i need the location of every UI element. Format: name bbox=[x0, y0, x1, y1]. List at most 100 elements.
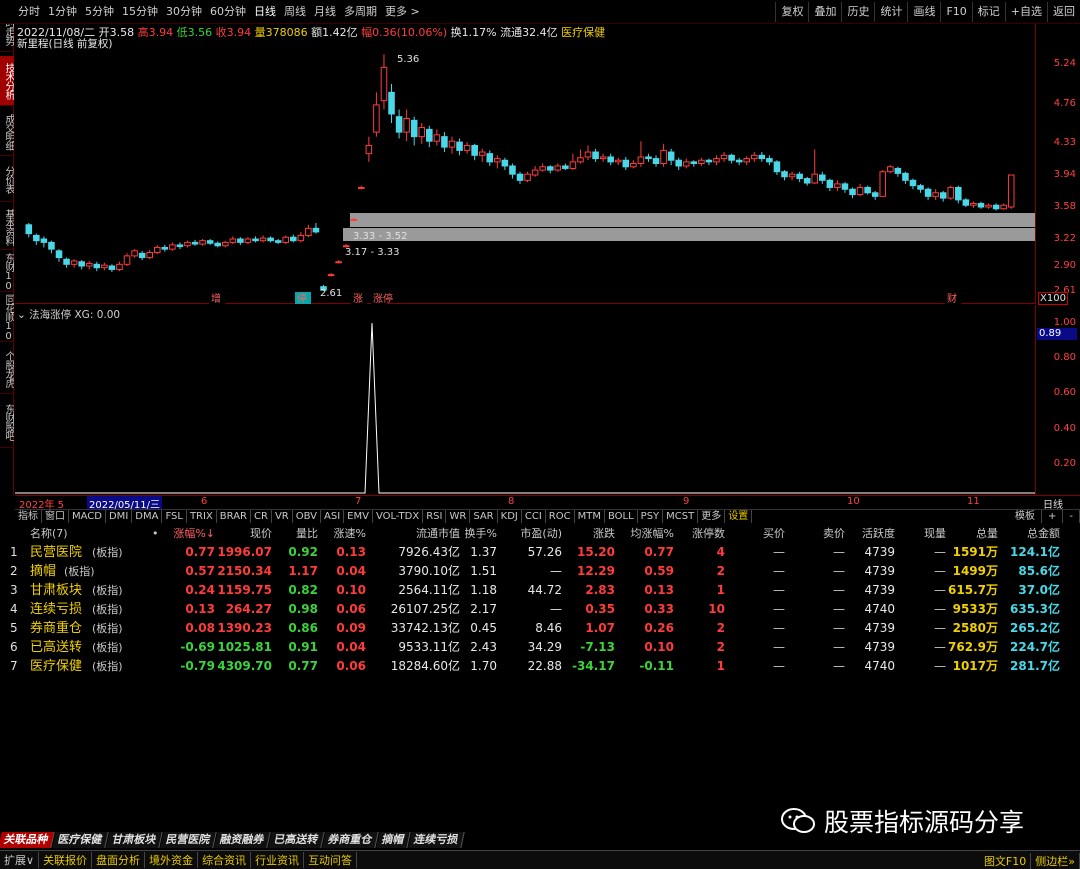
indicator-tool-0[interactable]: 模板 bbox=[1009, 510, 1042, 523]
toolbar-button-0[interactable]: 复权 bbox=[775, 2, 808, 22]
indicator-tab-22[interactable]: PSY bbox=[638, 510, 664, 523]
indicator-tab-7[interactable]: BRAR bbox=[217, 510, 251, 523]
status-tab-5[interactable]: 行业资讯 bbox=[251, 852, 305, 868]
toolbar-button-1[interactable]: 叠加 bbox=[808, 2, 841, 22]
period-tab-6[interactable]: 日线 bbox=[250, 1, 280, 23]
indicator-tab-17[interactable]: KDJ bbox=[498, 510, 522, 523]
indicator-tab-3[interactable]: DMI bbox=[106, 510, 133, 523]
column-header-14[interactable]: 活跃度 bbox=[862, 524, 895, 543]
status-tab-1[interactable]: 关联报价 bbox=[39, 852, 93, 868]
toolbar-button-8[interactable]: 返回 bbox=[1047, 2, 1080, 22]
left-tab-4[interactable]: 基本资料 bbox=[0, 204, 14, 250]
indicator-tab-21[interactable]: BOLL bbox=[605, 510, 638, 523]
sector-tab-1[interactable]: 医疗保健 bbox=[52, 832, 109, 848]
table-row[interactable]: 1 民营医院 (板指) 0.77 1996.07 0.92 0.13 7926.43亿 1.37… bbox=[0, 543, 1080, 562]
column-header-10[interactable]: 均涨幅% bbox=[631, 524, 674, 543]
indicator-tab-24[interactable]: 更多 bbox=[698, 510, 726, 523]
toolbar-button-4[interactable]: 画线 bbox=[907, 2, 940, 22]
sector-tab-7[interactable]: 摘帽 bbox=[376, 832, 411, 848]
chart-area[interactable]: 5.36 2.61 3.33 - 3.52 3.17 - 3.33 增停涨涨停财 202… bbox=[15, 24, 1080, 496]
column-header-2[interactable]: 涨幅%↓ bbox=[173, 524, 215, 543]
column-header-13[interactable]: 卖价 bbox=[823, 524, 845, 543]
kline-panel[interactable]: 5.36 2.61 3.33 - 3.52 3.17 - 3.33 增停涨涨停财 202… bbox=[15, 24, 1035, 304]
period-tab-7[interactable]: 周线 bbox=[280, 1, 310, 23]
sector-tab-8[interactable]: 连续亏损 bbox=[408, 832, 465, 848]
indicator-panel[interactable]: ⌄ 法海涨停 XG: 0.00 bbox=[15, 305, 1035, 496]
indicator-tab-0[interactable]: 指标 bbox=[15, 510, 42, 523]
left-tab-2[interactable]: 成交明细 bbox=[0, 108, 14, 156]
status-right-1[interactable]: 侧边栏» bbox=[1031, 852, 1080, 869]
sector-name[interactable]: 民营医院 bbox=[30, 543, 82, 562]
period-tab-1[interactable]: 1分钟 bbox=[44, 1, 81, 23]
indicator-tab-1[interactable]: 窗口 bbox=[42, 510, 69, 523]
sector-name[interactable]: 甘肃板块 bbox=[30, 581, 82, 600]
sector-name[interactable]: 连续亏损 bbox=[30, 600, 82, 619]
indicator-tool-2[interactable]: - bbox=[1063, 510, 1080, 523]
indicator-tab-15[interactable]: WR bbox=[446, 510, 471, 523]
toolbar-button-6[interactable]: 标记 bbox=[971, 2, 1005, 22]
indicator-tab-12[interactable]: EMV bbox=[344, 510, 373, 523]
left-tab-7[interactable]: 个股龙虎 bbox=[0, 344, 14, 394]
left-tab-8[interactable]: 东财股吧 bbox=[0, 396, 14, 448]
column-header-15[interactable]: 现量 bbox=[924, 524, 946, 543]
table-row[interactable]: 7 医疗保健 (板指) -0.79 4309.70 0.77 0.06 18284.60亿 1.… bbox=[0, 657, 1080, 676]
period-tab-8[interactable]: 月线 bbox=[310, 1, 340, 23]
table-row[interactable]: 4 连续亏损 (板指) 0.13 264.27 0.98 0.06 26107.25亿 2.17… bbox=[0, 600, 1080, 619]
toolbar-button-3[interactable]: 统计 bbox=[874, 2, 907, 22]
column-header-11[interactable]: 涨停数 bbox=[692, 524, 725, 543]
sector-tab-2[interactable]: 甘肃板块 bbox=[106, 832, 163, 848]
zoom-label[interactable]: X100 bbox=[1038, 292, 1068, 305]
period-tab-10[interactable]: 更多 > bbox=[381, 1, 424, 23]
table-row[interactable]: 6 已高送转 (板指) -0.69 1025.81 0.91 0.04 9533.11亿 2.4… bbox=[0, 638, 1080, 657]
status-tab-2[interactable]: 盘面分析 bbox=[92, 852, 146, 868]
period-tab-0[interactable]: 分时 bbox=[14, 1, 44, 23]
period-tab-3[interactable]: 15分钟 bbox=[118, 1, 162, 23]
status-tab-6[interactable]: 互动问答 bbox=[304, 852, 358, 868]
indicator-tab-18[interactable]: CCI bbox=[522, 510, 546, 523]
period-tab-9[interactable]: 多周期 bbox=[340, 1, 381, 23]
indicator-tab-4[interactable]: DMA bbox=[132, 510, 163, 523]
indicator-tab-13[interactable]: VOL-TDX bbox=[373, 510, 424, 523]
sector-name[interactable]: 摘帽 bbox=[30, 562, 56, 581]
toolbar-button-7[interactable]: +自选 bbox=[1004, 2, 1047, 22]
table-row[interactable]: 3 甘肃板块 (板指) 0.24 1159.75 0.82 0.10 2564.11亿 1.18… bbox=[0, 581, 1080, 600]
sector-name[interactable]: 券商重仓 bbox=[30, 619, 82, 638]
column-header-9[interactable]: 涨跌 bbox=[593, 524, 615, 543]
column-header-7[interactable]: 换手% bbox=[465, 524, 497, 543]
indicator-tab-11[interactable]: ASI bbox=[321, 510, 345, 523]
column-header-12[interactable]: 买价 bbox=[763, 524, 785, 543]
sector-tab-3[interactable]: 民营医院 bbox=[160, 832, 217, 848]
collapse-icon[interactable]: ⌄ bbox=[17, 309, 26, 321]
sector-tab-6[interactable]: 券商重仓 bbox=[322, 832, 379, 848]
column-header-6[interactable]: 流通市值 bbox=[416, 524, 460, 543]
indicator-tab-25[interactable]: 设置 bbox=[725, 510, 753, 523]
period-tab-4[interactable]: 30分钟 bbox=[162, 1, 206, 23]
toolbar-button-5[interactable]: F10 bbox=[940, 2, 971, 22]
indicator-tool-1[interactable]: + bbox=[1042, 510, 1064, 523]
status-tab-0[interactable]: 扩展∨ bbox=[0, 852, 40, 868]
sector-name[interactable]: 医疗保健 bbox=[30, 657, 82, 676]
sector-name[interactable]: 已高送转 bbox=[30, 638, 82, 657]
indicator-tab-23[interactable]: MCST bbox=[663, 510, 699, 523]
indicator-tab-8[interactable]: CR bbox=[251, 510, 272, 523]
table-row[interactable]: 5 券商重仓 (板指) 0.08 1390.23 0.86 0.09 33742.13亿 0.4… bbox=[0, 619, 1080, 638]
table-row[interactable]: 2 摘帽 (板指) 0.57 2150.34 1.17 0.04 3790.10亿 1.51 — 1… bbox=[0, 562, 1080, 581]
status-tab-4[interactable]: 综合资讯 bbox=[198, 852, 252, 868]
indicator-tab-9[interactable]: VR bbox=[272, 510, 293, 523]
period-tab-2[interactable]: 5分钟 bbox=[81, 1, 118, 23]
toolbar-button-2[interactable]: 历史 bbox=[841, 2, 874, 22]
left-tab-6[interactable]: 同花顺10 bbox=[0, 294, 14, 342]
indicator-tab-10[interactable]: OBV bbox=[293, 510, 321, 523]
column-header-1[interactable]: • bbox=[152, 524, 159, 543]
status-tab-3[interactable]: 境外资金 bbox=[145, 852, 199, 868]
column-header-8[interactable]: 市盈(动) bbox=[520, 524, 562, 543]
left-tab-5[interactable]: 东财10 bbox=[0, 252, 14, 292]
column-header-16[interactable]: 总量 bbox=[976, 524, 998, 543]
column-header-0[interactable]: 名称(7) bbox=[30, 524, 68, 543]
status-right-0[interactable]: 图文F10 bbox=[980, 852, 1032, 869]
left-tab-1[interactable]: 技术分析 bbox=[0, 56, 14, 106]
sector-tab-4[interactable]: 融资融券 bbox=[214, 832, 271, 848]
indicator-tab-16[interactable]: SAR bbox=[470, 510, 498, 523]
indicator-tab-19[interactable]: ROC bbox=[546, 510, 575, 523]
indicator-tab-5[interactable]: FSL bbox=[162, 510, 187, 523]
